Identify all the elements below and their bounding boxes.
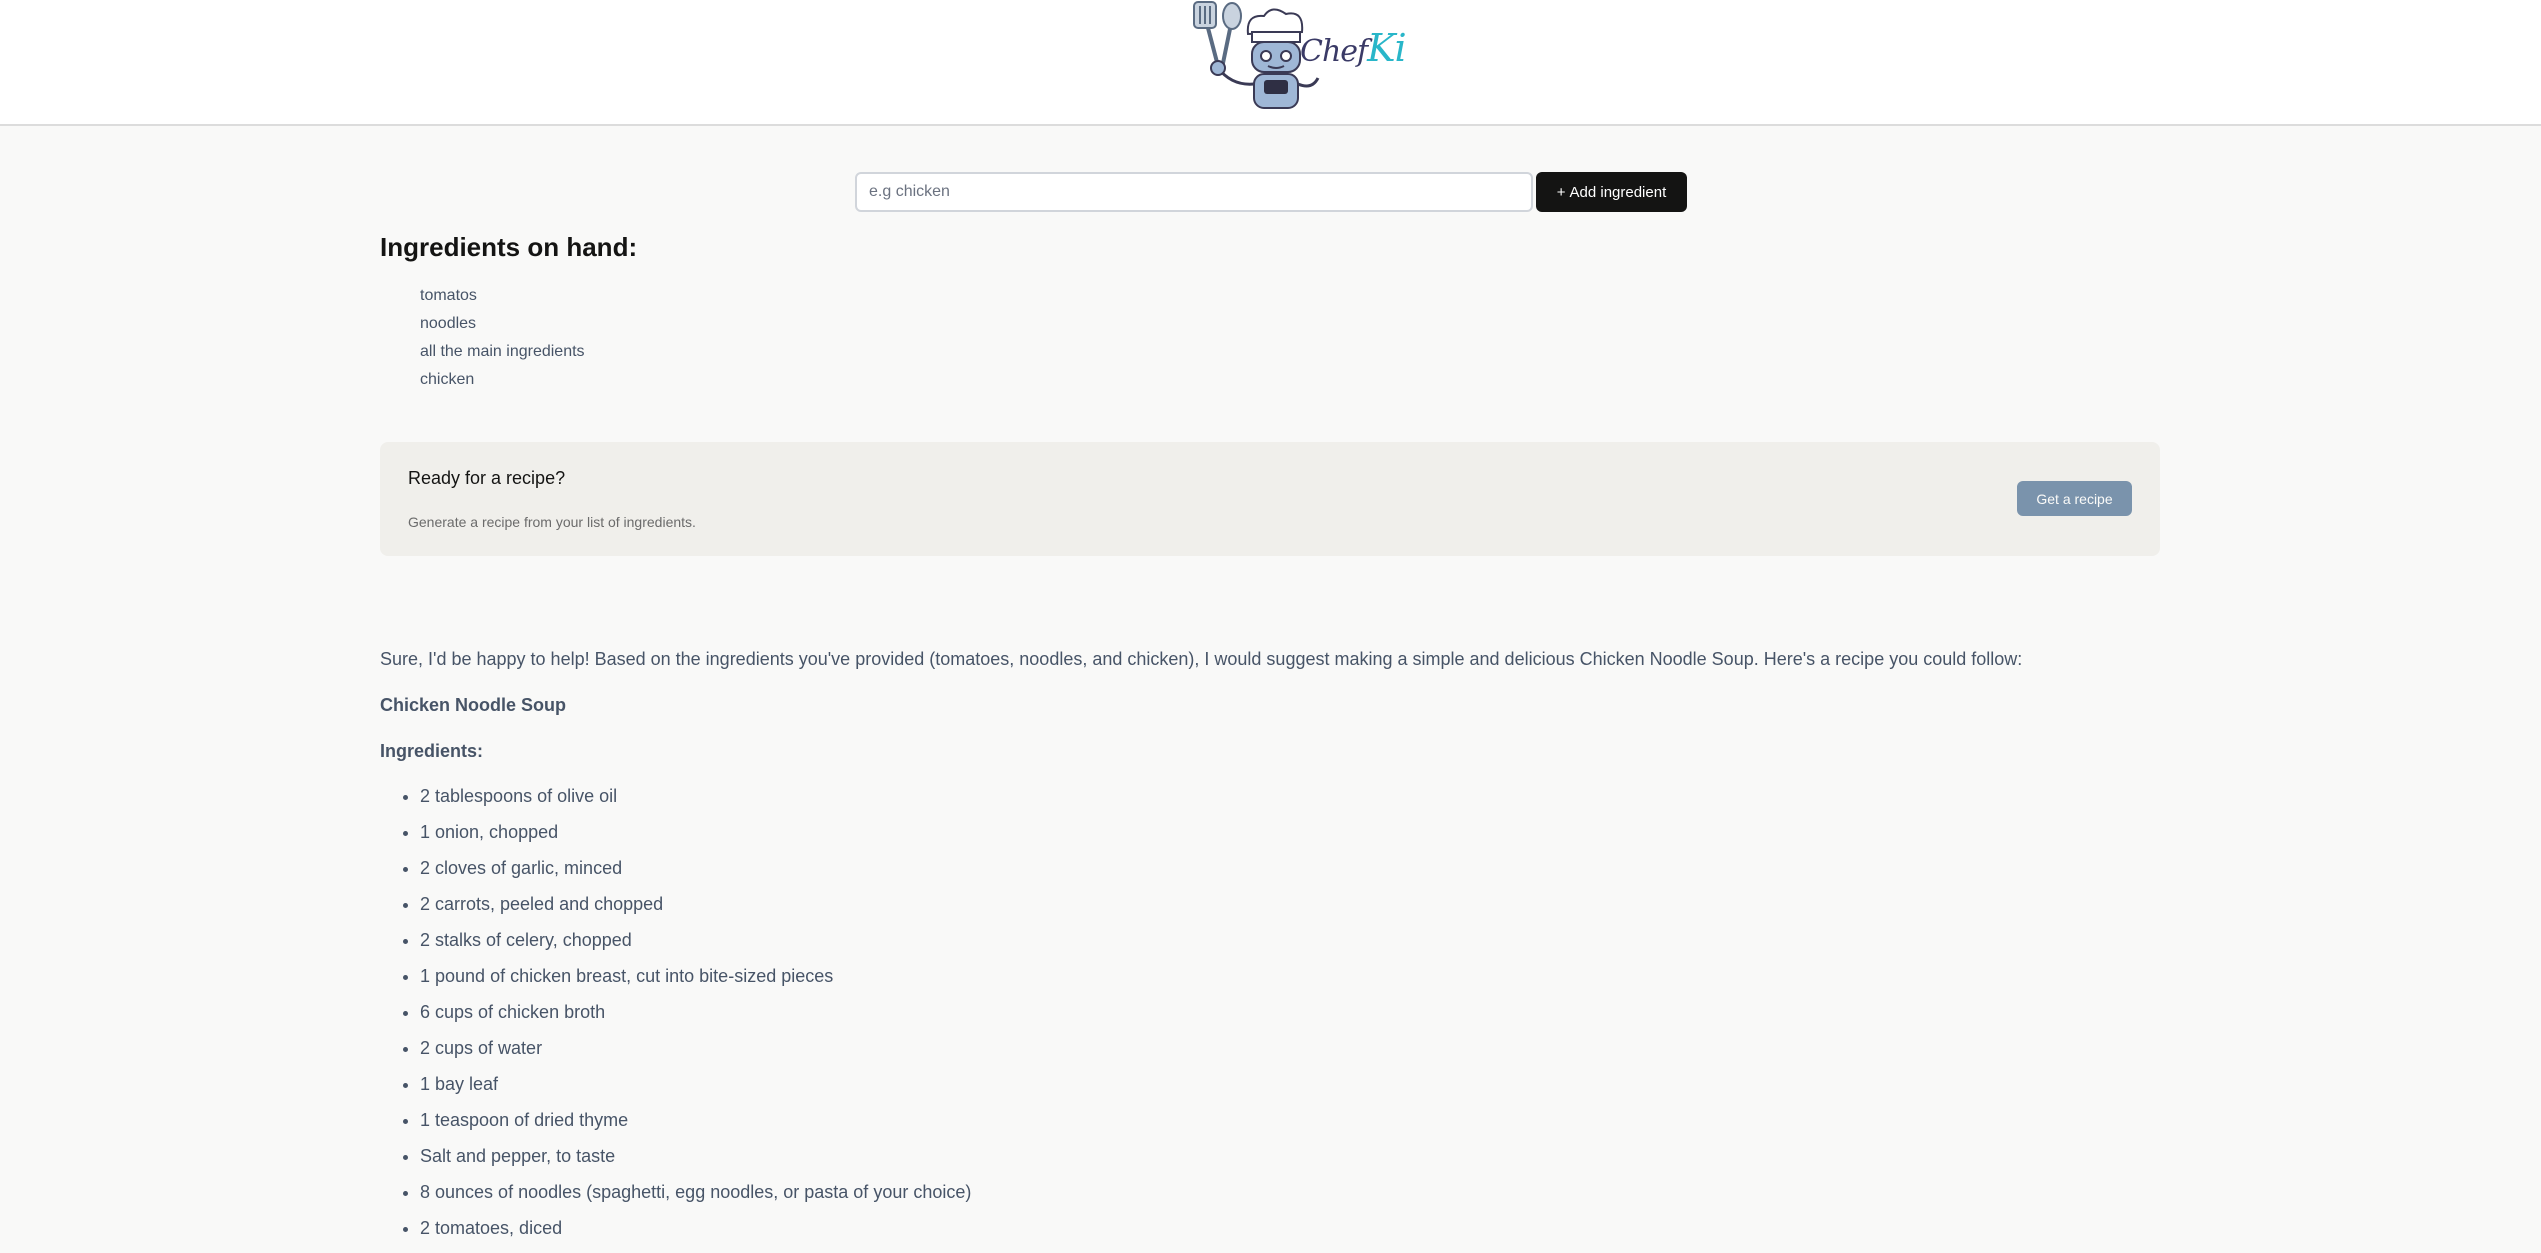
list-item: 2 tomatoes, diced [420,1210,2180,1246]
add-ingredient-label: Add ingredient [1569,183,1667,201]
ingredients-heading: Ingredients on hand: [380,232,638,262]
recipe-ingredients-list: 2 tablespoons of olive oil 1 onion, chop… [380,778,2180,1246]
cta-subtitle: Generate a recipe from your list of ingr… [408,514,696,530]
list-item: 2 tablespoons of olive oil [420,778,2180,814]
list-item: 1 pound of chicken breast, cut into bite… [420,958,2180,994]
list-item: 2 carrots, peeled and chopped [420,886,2180,922]
ingredient-item: all the main ingredients [420,343,585,360]
recipe-intro: Sure, I'd be happy to help! Based on the… [380,649,2023,669]
ingredient-item: chicken [420,371,475,388]
ingredient-item: tomatos [420,287,477,304]
top-header: ChefKi [0,0,2541,126]
recipe-name: Chicken Noodle Soup [380,695,567,715]
list-item: 1 bay leaf [420,1066,2180,1102]
get-recipe-button[interactable]: Get a recipe [2017,481,2132,516]
add-ingredient-button[interactable]: + Add ingredient [1536,172,1687,212]
ingredient-input[interactable] [855,172,1533,212]
logo-word-accent: Ki [1367,26,1407,70]
logo-word-main: Chef [1300,34,1368,69]
recipe-cta-panel: Ready for a recipe? Generate a recipe fr… [380,442,2160,556]
list-item: Salt and pepper, to taste [420,1138,2180,1174]
recipe-ingredients-heading: Ingredients: [380,741,484,761]
list-item: 2 cups of water [420,1030,2180,1066]
list-item: 8 ounces of noodles (spaghetti, egg nood… [420,1174,2180,1210]
list-item: 1 teaspoon of dried thyme [420,1102,2180,1138]
ingredients-list: tomatos noodles all the main ingredients… [420,282,585,394]
recipe-output: Sure, I'd be happy to help! Based on the… [380,640,2180,1246]
plus-icon: + [1556,183,1566,201]
list-item: 1 onion, chopped [420,814,2180,850]
cta-title: Ready for a recipe? [408,468,566,488]
list-item: 2 stalks of celery, chopped [420,922,2180,958]
logo-wordmark: ChefKi [1300,26,1407,70]
ingredient-item: noodles [420,315,477,332]
list-item: 6 cups of chicken broth [420,994,2180,1030]
list-item: 2 cloves of garlic, minced [420,850,2180,886]
